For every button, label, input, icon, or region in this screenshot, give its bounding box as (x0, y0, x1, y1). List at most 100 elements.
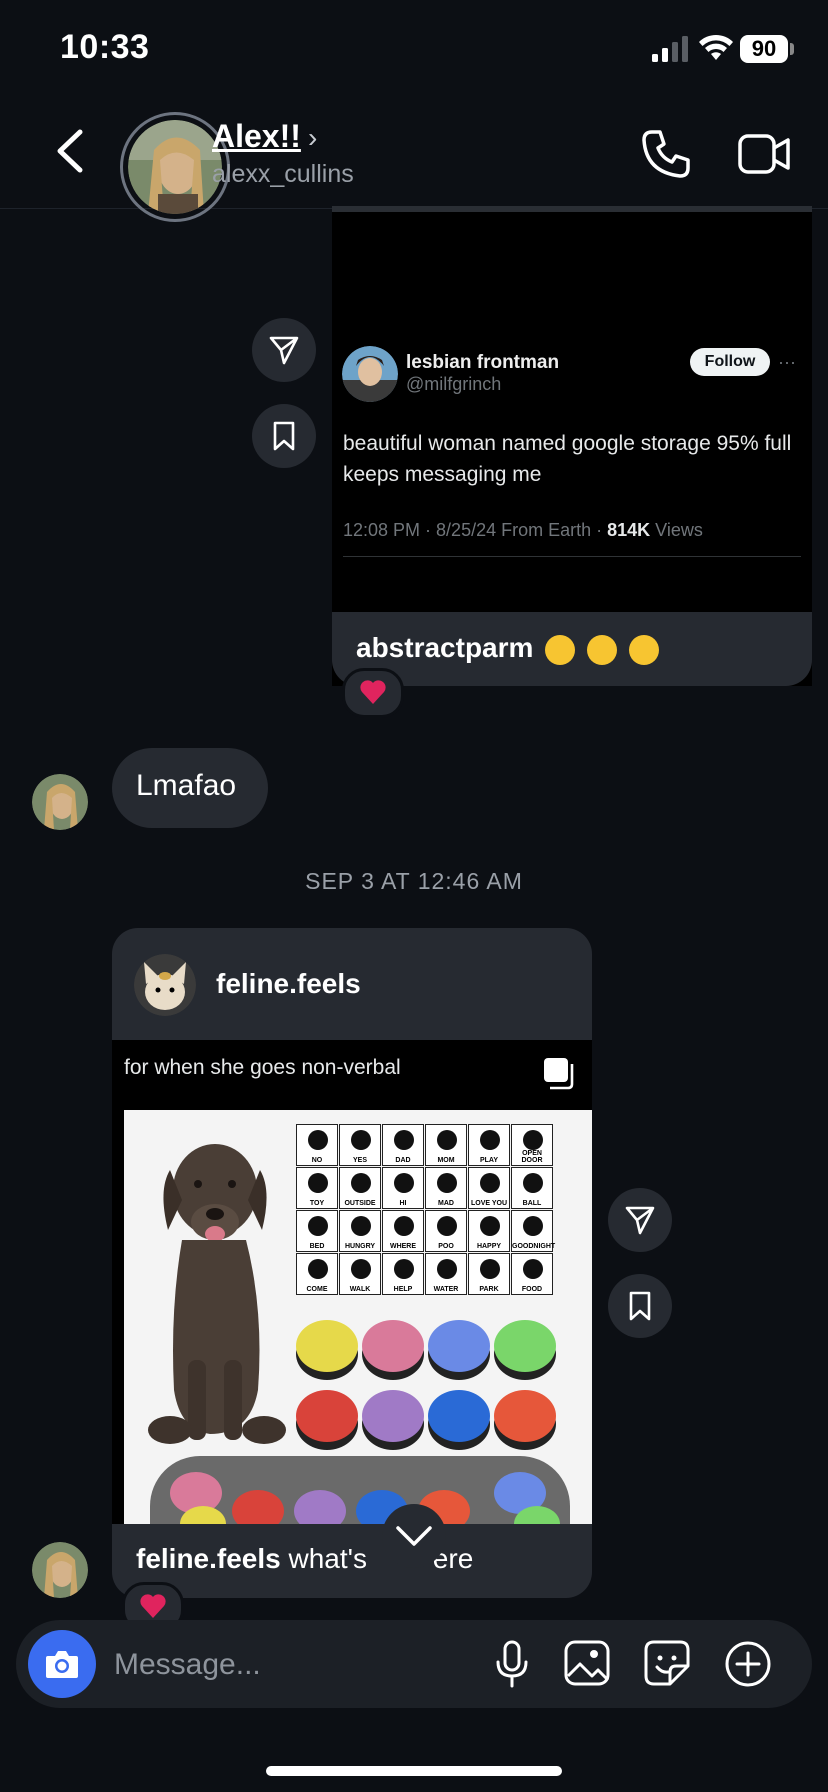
symbol-cell: WHERE (382, 1210, 424, 1252)
gallery-icon[interactable] (564, 1640, 610, 1686)
symbol-glyph (308, 1173, 328, 1193)
phone-call-icon[interactable] (640, 128, 692, 180)
symbol-glyph (394, 1173, 414, 1193)
post-caption: abstractparm (356, 632, 659, 665)
symbol-label: POO (438, 1243, 454, 1250)
symbol-glyph (351, 1173, 371, 1193)
contact-username[interactable]: alexx_cullins (212, 160, 354, 189)
symbol-board: NO YES DAD MOM PLAY OPEN DOOR TOY OUTSIDE HI MAD L… (296, 1124, 556, 1300)
symbol-glyph (351, 1259, 371, 1279)
symbol-cell: BALL (511, 1167, 553, 1209)
symbol-glyph (480, 1173, 500, 1193)
home-indicator (266, 1766, 562, 1776)
symbol-label: LOVE YOU (470, 1200, 508, 1207)
follow-button[interactable]: Follow (690, 348, 770, 376)
blue-button (428, 1390, 490, 1442)
symbol-cell: PARK (468, 1253, 510, 1295)
dog-illustration (148, 1144, 286, 1444)
tweet-avatar (342, 346, 398, 402)
symbol-label: OPEN DOOR (521, 1150, 543, 1164)
symbol-cell: MOM (425, 1124, 467, 1166)
symbol-label: WATER (433, 1286, 459, 1293)
symbol-cell: PLAY (468, 1124, 510, 1166)
symbol-glyph (394, 1259, 414, 1279)
message-input[interactable] (112, 1646, 456, 1684)
heart-reaction[interactable] (342, 668, 404, 718)
red-button (296, 1390, 358, 1442)
camera-button[interactable] (28, 1630, 96, 1698)
symbol-cell: HAPPY (468, 1210, 510, 1252)
more-icon[interactable]: ··· (778, 352, 796, 373)
symbol-cell: YES (339, 1124, 381, 1166)
tweet-meta-prefix: 12:08 PM · 8/25/24 From Earth · (343, 520, 608, 540)
symbol-glyph (308, 1130, 328, 1150)
symbol-cell: GOODNIGHT (511, 1210, 556, 1252)
symbol-cell: HELP (382, 1253, 424, 1295)
symbol-glyph (437, 1173, 457, 1193)
symbol-cell: POO (425, 1210, 467, 1252)
upside-down-face-icon (545, 634, 576, 665)
symbol-cell: COME (296, 1253, 338, 1295)
heart-icon (140, 1594, 166, 1618)
sender-avatar[interactable] (32, 774, 88, 830)
wifi-icon (699, 34, 733, 60)
battery-indicator: 90 (740, 35, 788, 63)
symbol-label: HAPPY (476, 1243, 502, 1250)
add-icon[interactable] (724, 1640, 772, 1688)
symbol-cell: MAD (425, 1167, 467, 1209)
symbol-glyph (394, 1216, 414, 1236)
symbol-label: BALL (522, 1200, 542, 1207)
video-call-icon[interactable] (738, 132, 790, 176)
symbol-label: DAD (395, 1157, 411, 1164)
post-author-avatar[interactable] (134, 954, 196, 1016)
back-chevron-icon[interactable] (52, 128, 92, 174)
symbol-cell: WALK (339, 1253, 381, 1295)
camera-icon (46, 1651, 78, 1678)
tweet-display-name: lesbian frontman (406, 352, 560, 373)
symbol-glyph (437, 1216, 457, 1236)
symbol-label: GOODNIGHT (512, 1243, 556, 1250)
symbol-cell: TOY (296, 1167, 338, 1209)
contact-name[interactable]: Alex!! (212, 118, 301, 155)
chevron-right-icon[interactable]: › (308, 122, 317, 154)
scroll-down-button[interactable] (382, 1504, 446, 1568)
symbol-label: WHERE (389, 1243, 417, 1250)
sticker-icon[interactable] (644, 1640, 690, 1686)
orange-button (494, 1390, 556, 1442)
sender-avatar[interactable] (32, 1542, 88, 1598)
symbol-label: TOY (309, 1200, 325, 1207)
status-time: 10:33 (60, 28, 150, 66)
send-icon (625, 1206, 655, 1235)
save-button[interactable] (252, 404, 316, 468)
chevron-down-icon (396, 1526, 432, 1546)
symbol-label: WALK (349, 1286, 371, 1293)
symbol-cell: OPEN DOOR (511, 1124, 553, 1166)
battery-nub (790, 43, 794, 55)
symbol-cell: HI (382, 1167, 424, 1209)
symbol-glyph (437, 1259, 457, 1279)
tweet-meta: 12:08 PM · 8/25/24 From Earth · 814K Vie… (343, 520, 703, 541)
symbol-cell: OUTSIDE (339, 1167, 381, 1209)
microphone-icon[interactable] (494, 1640, 530, 1688)
symbol-label: FOOD (521, 1286, 543, 1293)
symbol-glyph (523, 1173, 543, 1193)
tweet-views-label: Views (650, 520, 703, 540)
symbol-label: NO (311, 1157, 323, 1164)
symbol-cell: NO (296, 1124, 338, 1166)
post-top-edge (332, 206, 812, 212)
share-button[interactable] (252, 318, 316, 382)
save-button[interactable] (608, 1274, 672, 1338)
symbol-cell: LOVE YOU (468, 1167, 510, 1209)
symbol-label: BED (309, 1243, 325, 1250)
symbol-glyph (351, 1130, 371, 1150)
caption-text: what's (280, 1543, 375, 1574)
avatar[interactable] (128, 120, 222, 214)
share-button[interactable] (608, 1188, 672, 1252)
message-bubble[interactable]: Lmafao (112, 748, 268, 828)
blue-button (428, 1320, 490, 1372)
symbol-label: YES (352, 1157, 367, 1164)
post-author-username[interactable]: feline.feels (216, 968, 361, 1000)
green-button (494, 1320, 556, 1372)
symbol-label: COME (306, 1286, 328, 1293)
symbol-glyph (394, 1130, 414, 1150)
